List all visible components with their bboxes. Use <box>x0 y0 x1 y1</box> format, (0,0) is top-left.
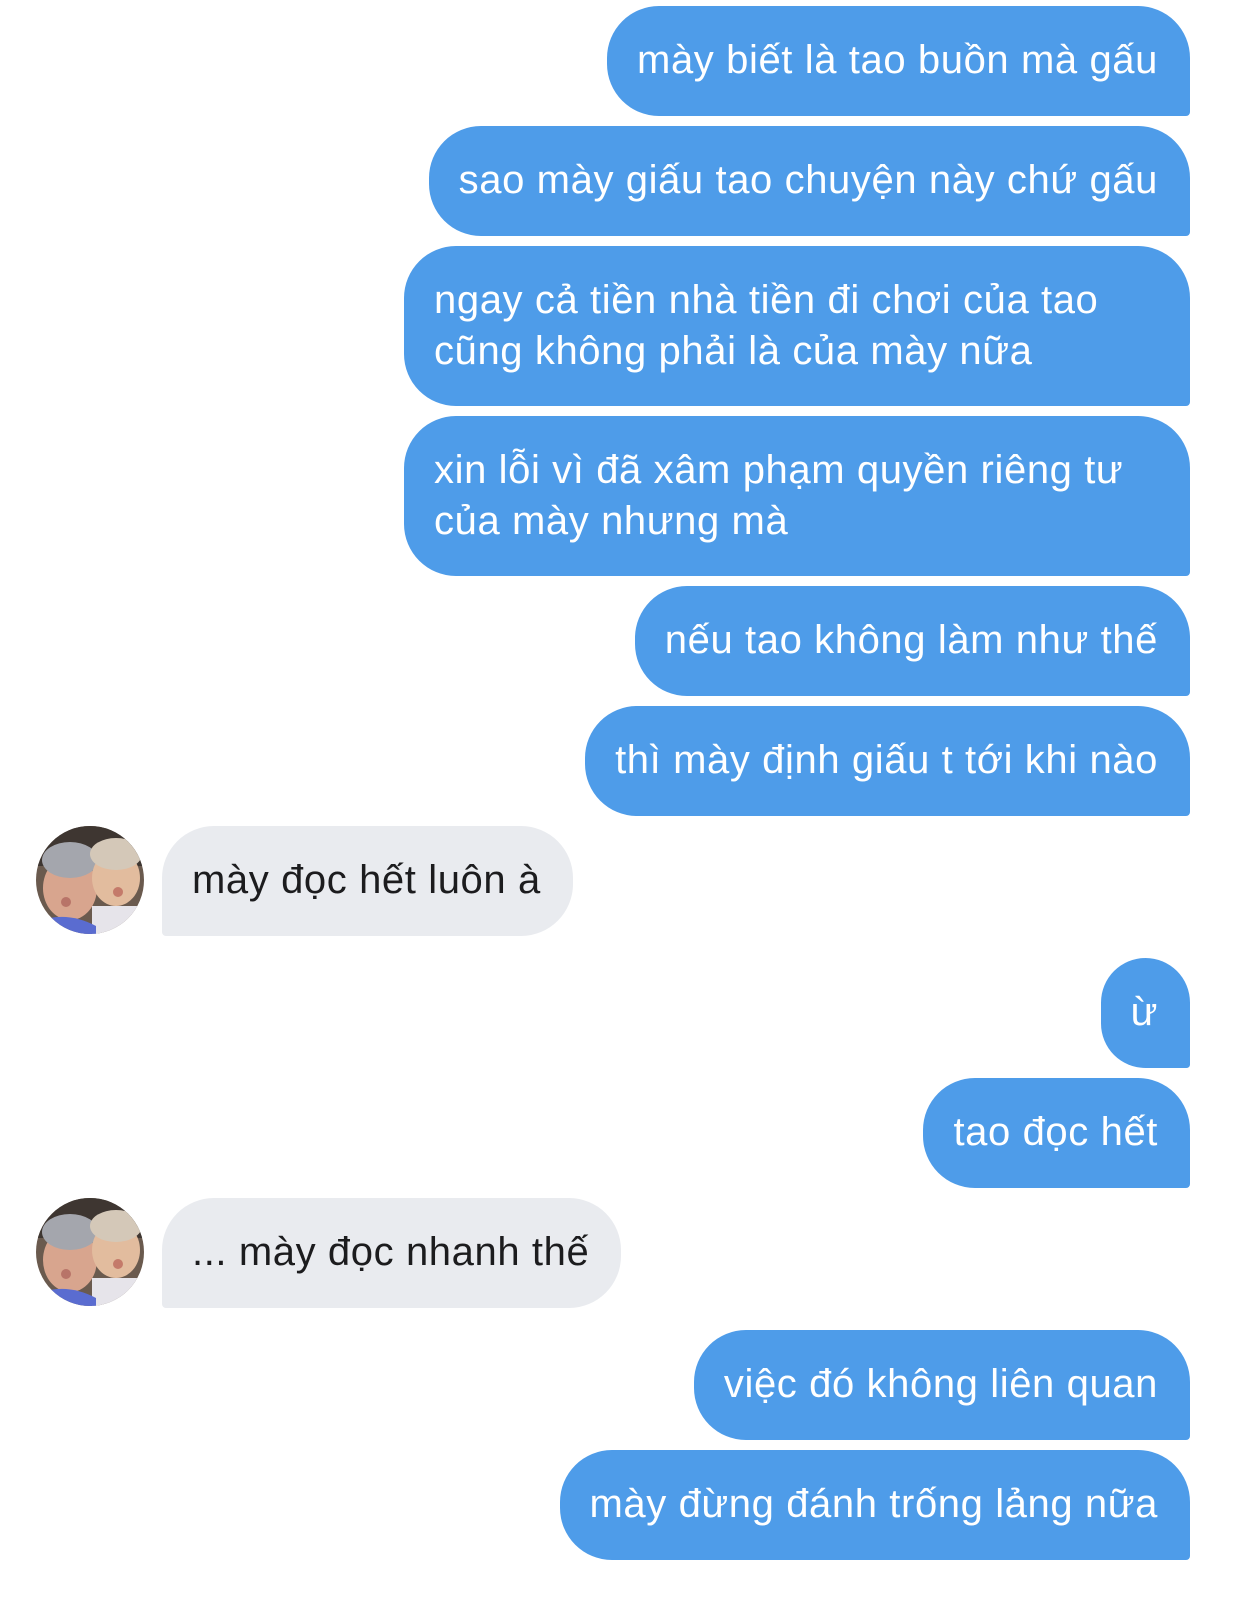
outgoing-message[interactable]: ngay cả tiền nhà tiền đi chơi của tao cũ… <box>404 246 1190 406</box>
message-text: việc đó không liên quan <box>723 1362 1158 1406</box>
message-text-line: ngay cả tiền nhà tiền đi chơi của tao <box>434 278 1099 322</box>
incoming-message[interactable]: mày đọc hết luôn à <box>162 826 573 936</box>
outgoing-message[interactable]: mày biết là tao buồn mà gấu <box>607 6 1190 116</box>
contact-avatar[interactable] <box>36 826 144 934</box>
message-text: ừ <box>1130 990 1158 1034</box>
message-text: tao đọc hết <box>953 1110 1158 1154</box>
message-text: mày đọc hết luôn à <box>192 858 541 902</box>
outgoing-message[interactable]: thì mày định giấu t tới khi nào <box>585 706 1190 816</box>
message-text-line: xin lỗi vì đã xâm phạm quyền riêng tư <box>434 448 1124 492</box>
message-text: nếu tao không làm như thế <box>664 618 1158 662</box>
outgoing-message[interactable]: ừ <box>1100 958 1190 1068</box>
avatar-photo-icon <box>36 1198 144 1306</box>
outgoing-message[interactable]: việc đó không liên quan <box>693 1330 1190 1440</box>
message-text: sao mày giấu tao chuyện này chứ gấu <box>458 158 1158 202</box>
message-text-line: cũng không phải là của mày nữa <box>434 329 1033 373</box>
contact-avatar[interactable] <box>36 1198 144 1306</box>
avatar-photo-icon <box>36 826 144 934</box>
message-text: mày đừng đánh trống lảng nữa <box>589 1482 1158 1526</box>
outgoing-message[interactable]: nếu tao không làm như thế <box>634 586 1190 696</box>
incoming-message[interactable]: ... mày đọc nhanh thế <box>162 1198 622 1308</box>
message-text: thì mày định giấu t tới khi nào <box>615 738 1158 782</box>
outgoing-message[interactable]: mày đừng đánh trống lảng nữa <box>559 1450 1190 1560</box>
message-text: mày biết là tao buồn mà gấu <box>637 38 1158 82</box>
outgoing-message[interactable]: tao đọc hết <box>923 1078 1190 1188</box>
outgoing-message[interactable]: sao mày giấu tao chuyện này chứ gấu <box>428 126 1190 236</box>
outgoing-message[interactable]: xin lỗi vì đã xâm phạm quyền riêng tư củ… <box>404 416 1190 576</box>
message-text: ... mày đọc nhanh thế <box>192 1230 590 1274</box>
message-text-line: của mày nhưng mà <box>434 499 789 543</box>
